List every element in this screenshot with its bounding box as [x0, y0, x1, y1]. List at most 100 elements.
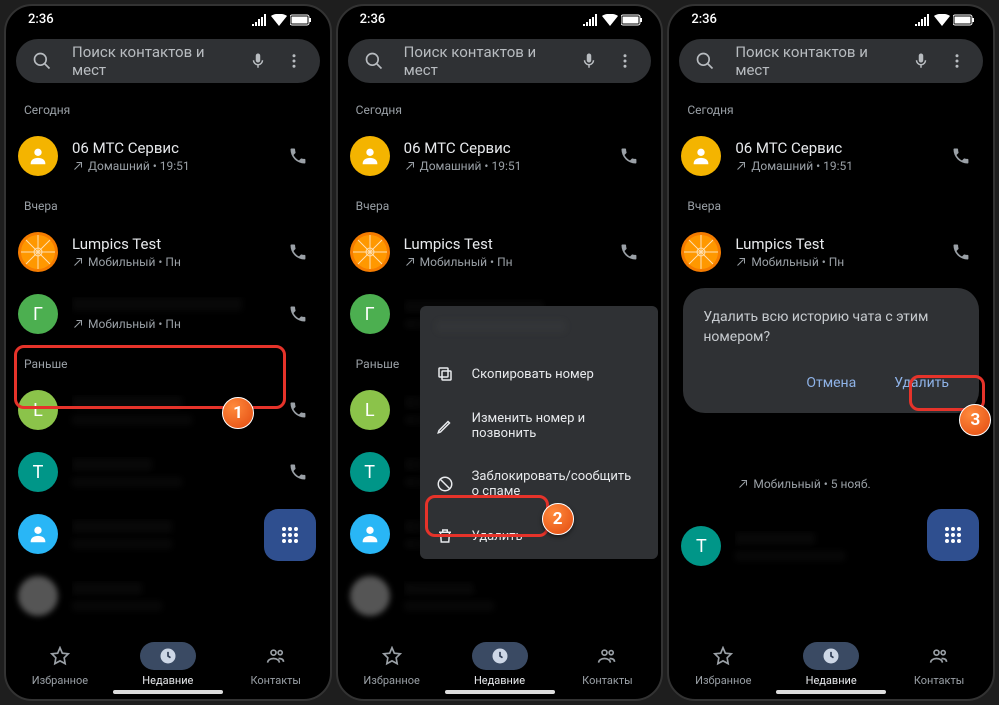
call-button[interactable]	[609, 242, 649, 262]
call-button[interactable]	[941, 242, 981, 262]
battery-icon	[953, 14, 975, 26]
call-item-mts[interactable]: 06 МТС Сервис Домашний • 19:51	[6, 125, 330, 187]
call-name: Lumpics Test	[72, 235, 264, 253]
call-item-highlighted[interactable]: Г Мобильный • Пн	[6, 283, 330, 345]
avatar: T	[18, 452, 58, 492]
call-log[interactable]: Сегодня 06 МТС Сервис Домашний • 19:51 В…	[6, 91, 330, 635]
call-button[interactable]	[609, 146, 649, 166]
statusbar: 2:36	[6, 6, 330, 31]
avatar	[350, 514, 390, 554]
call-item-visible-below-dialog[interactable]: Мобильный • 5 нояб.	[669, 453, 993, 515]
nav-contacts[interactable]: Контакты	[222, 635, 330, 693]
nav-favorites[interactable]: Избранное	[338, 635, 446, 693]
phone-panel-1: 2:36 Поиск контактов и мест Сегодня 06 М…	[4, 4, 332, 701]
context-menu-header	[420, 306, 658, 351]
outgoing-icon	[72, 256, 84, 268]
nav-recent[interactable]: Недавние	[777, 635, 885, 693]
call-item-mts[interactable]: 06 МТС СервисДомашний • 19:51	[669, 125, 993, 187]
search-bar[interactable]: Поиск контактов и мест	[679, 39, 983, 83]
call-button[interactable]	[278, 242, 318, 262]
mic-icon[interactable]	[571, 43, 607, 79]
call-item-lumpics[interactable]: Lumpics TestМобильный • Пн	[669, 221, 993, 283]
mic-icon[interactable]	[240, 43, 276, 79]
gesture-bar	[445, 690, 555, 694]
nav-recent[interactable]: Недавние	[446, 635, 554, 693]
section-today: Сегодня	[6, 91, 330, 125]
call-item-l[interactable]: L	[6, 379, 330, 441]
call-name	[72, 297, 264, 315]
call-item-last[interactable]	[338, 565, 662, 627]
dialog-confirm[interactable]: Удалить	[884, 369, 959, 397]
battery-icon	[621, 14, 643, 26]
call-item-last[interactable]	[6, 565, 330, 627]
search-icon	[356, 43, 392, 79]
avatar	[681, 136, 721, 176]
context-edit[interactable]: Изменить номер и позвонить	[420, 397, 658, 455]
call-item-mts[interactable]: 06 МТС СервисДомашний • 19:51	[338, 125, 662, 187]
wifi-icon	[602, 14, 618, 26]
dialog-cancel[interactable]: Отмена	[796, 369, 866, 397]
more-icon[interactable]	[939, 43, 975, 79]
avatar: L	[350, 390, 390, 430]
phone-panel-3: 2:36 Поиск контактов и мест Сегодня 06 М…	[667, 4, 995, 701]
avatar	[350, 232, 390, 272]
call-button[interactable]	[278, 304, 318, 324]
dialog-text: Удалить всю историю чата с этим номером?	[703, 308, 959, 347]
gesture-bar	[776, 690, 886, 694]
context-copy[interactable]: Скопировать номер	[420, 351, 658, 397]
avatar: L	[18, 390, 58, 430]
wifi-icon	[271, 14, 287, 26]
signal-icon	[252, 14, 268, 26]
context-delete[interactable]: Удалить	[420, 513, 658, 559]
call-item-t[interactable]: T	[6, 441, 330, 503]
outgoing-icon	[72, 318, 84, 330]
copy-icon	[436, 365, 454, 383]
avatar	[350, 576, 390, 616]
status-icons	[915, 14, 975, 26]
search-icon	[24, 43, 60, 79]
status-icons	[252, 14, 312, 26]
avatar	[18, 576, 58, 616]
more-icon[interactable]	[276, 43, 312, 79]
avatar: T	[681, 526, 721, 566]
search-icon	[687, 43, 723, 79]
dialpad-fab[interactable]	[264, 509, 316, 561]
call-sub: Домашний • 19:51	[72, 159, 264, 173]
mic-icon[interactable]	[903, 43, 939, 79]
wifi-icon	[934, 14, 950, 26]
call-button[interactable]	[278, 462, 318, 482]
search-bar[interactable]: Поиск контактов и мест	[16, 39, 320, 83]
call-name: 06 МТС Сервис	[72, 139, 264, 157]
nav-contacts[interactable]: Контакты	[553, 635, 661, 693]
nav-contacts[interactable]: Контакты	[885, 635, 993, 693]
context-menu: Скопировать номер Изменить номер и позво…	[420, 306, 658, 559]
status-time: 2:36	[360, 12, 386, 27]
signal-icon	[915, 14, 931, 26]
battery-icon	[290, 14, 312, 26]
call-item-lumpics[interactable]: Lumpics TestМобильный • Пн	[338, 221, 662, 283]
call-button[interactable]	[941, 146, 981, 166]
call-button[interactable]	[278, 400, 318, 420]
gesture-bar	[113, 690, 223, 694]
nav-favorites[interactable]: Избранное	[6, 635, 114, 693]
avatar	[350, 136, 390, 176]
call-item-lumpics[interactable]: Lumpics Test Мобильный • Пн	[6, 221, 330, 283]
nav-recent[interactable]: Недавние	[114, 635, 222, 693]
avatar	[18, 514, 58, 554]
avatar: T	[350, 452, 390, 492]
search-placeholder: Поиск контактов и мест	[392, 43, 572, 79]
nav-favorites[interactable]: Избранное	[669, 635, 777, 693]
dialpad-fab[interactable]	[927, 509, 979, 561]
block-icon	[436, 475, 454, 493]
section-earlier: Раньше	[6, 345, 330, 379]
outgoing-icon	[72, 160, 84, 172]
statusbar: 2:36	[669, 6, 993, 31]
avatar: Г	[350, 294, 390, 334]
more-icon[interactable]	[607, 43, 643, 79]
call-button[interactable]	[278, 146, 318, 166]
search-bar[interactable]: Поиск контактов и мест	[348, 39, 652, 83]
star-icon	[50, 646, 70, 666]
avatar: Г	[18, 294, 58, 334]
context-block[interactable]: Заблокировать/сообщить о спаме	[420, 455, 658, 513]
contacts-icon	[265, 646, 287, 666]
